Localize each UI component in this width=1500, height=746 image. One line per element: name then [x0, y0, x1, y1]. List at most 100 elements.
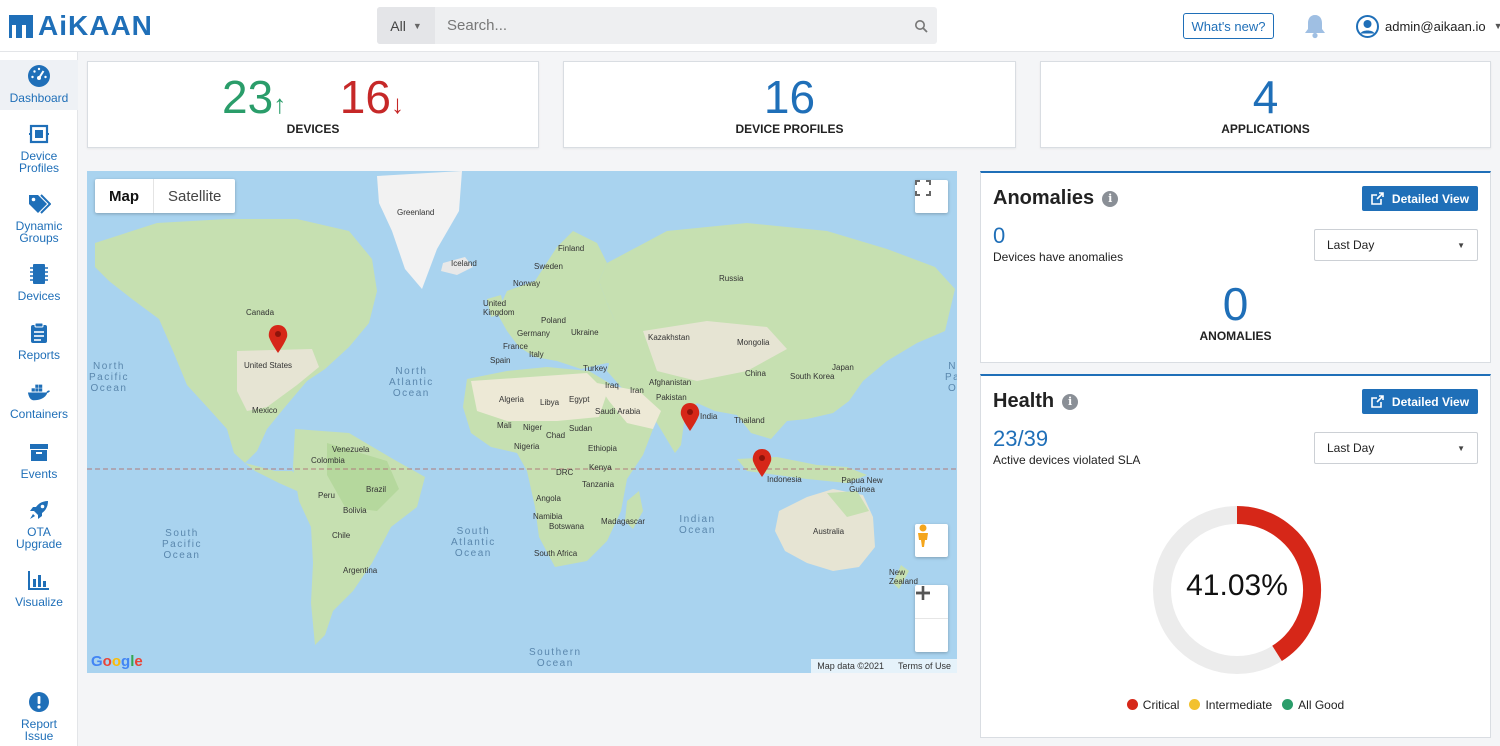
place-label: United States	[244, 361, 293, 370]
place-label: Poland	[541, 316, 566, 325]
health-detailed-view-button[interactable]: Detailed View	[1362, 389, 1478, 414]
docker-icon	[27, 380, 51, 404]
external-link-icon	[1371, 192, 1384, 205]
map-data-credit: Map data ©2021	[817, 661, 884, 671]
search-input[interactable]	[435, 7, 905, 44]
anomalies-detailed-view-button[interactable]: Detailed View	[1362, 186, 1478, 211]
sidebar-item-dashboard[interactable]: Dashboard	[0, 60, 78, 110]
search-scope-label: All	[390, 17, 406, 34]
info-icon[interactable]: i	[1102, 190, 1119, 207]
anomalies-device-count: 0	[993, 223, 1006, 248]
map-attribution: Map data ©2021 Terms of Use	[811, 659, 957, 673]
legend-dot-all-good	[1282, 699, 1294, 710]
chevron-down-icon: ▼	[412, 20, 422, 31]
chip-icon	[27, 262, 51, 286]
whats-new-button[interactable]: What's new?	[1183, 13, 1274, 39]
arrow-up-icon: ↑	[273, 89, 287, 119]
sidebar-item-events[interactable]: Events	[0, 440, 78, 482]
search-bar: All ▼	[377, 7, 937, 44]
legend-dot-critical	[1126, 699, 1138, 710]
place-label: Australia	[813, 527, 845, 536]
devices-label: DEVICES	[286, 122, 340, 136]
place-label: Saudi Arabia	[595, 407, 641, 416]
logo-text: AiKAAN	[38, 10, 153, 41]
place-label: Venezuela	[332, 445, 370, 454]
place-label: Kazakhstan	[648, 333, 690, 342]
place-label: Papua New Guinea	[841, 476, 883, 494]
report-issue-button[interactable]: Report Issue	[0, 690, 78, 742]
devices-card[interactable]: 23↑ 16↓ DEVICES	[87, 61, 539, 148]
legend-item-critical: Critical	[1126, 698, 1180, 712]
bell-icon[interactable]	[1303, 13, 1327, 39]
place-label: Bolivia	[343, 506, 367, 515]
sidebar-item-containers[interactable]: Containers	[0, 380, 78, 422]
sidebar-item-reports[interactable]: Reports	[0, 321, 78, 363]
map-type-toggle: Map Satellite	[95, 179, 236, 213]
sidebar-item-label: Devices	[17, 289, 61, 303]
map-pin-india[interactable]	[680, 403, 700, 431]
sidebar-item-label: Dashboard	[9, 91, 69, 105]
map-tab-satellite[interactable]: Satellite	[154, 179, 235, 213]
sidebar-item-ota-upgrade[interactable]: OTA Upgrade	[0, 498, 78, 550]
place-label: Greenland	[397, 208, 435, 217]
legend-item-intermediate: Intermediate	[1189, 698, 1272, 712]
anomalies-title-text: Anomalies	[993, 187, 1095, 209]
sidebar-item-label: Containers	[9, 407, 69, 421]
place-label: Iceland	[451, 259, 477, 268]
detailed-view-label: Detailed View	[1391, 191, 1470, 206]
anomalies-total-label: ANOMALIES	[1199, 329, 1272, 343]
place-label: Kenya	[589, 463, 612, 472]
place-label: China	[745, 369, 766, 378]
user-menu[interactable]: admin@aikaan.io ▼	[1356, 13, 1500, 39]
ocean-label-east-pacific: NPaO	[945, 361, 957, 394]
map-tab-map[interactable]: Map	[95, 179, 154, 213]
fullscreen-icon[interactable]	[915, 180, 948, 213]
legend-label: Critical	[1142, 698, 1180, 712]
place-label: South Korea	[790, 372, 835, 381]
terms-of-use-link[interactable]: Terms of Use	[898, 661, 951, 671]
search-scope-dropdown[interactable]: All ▼	[377, 7, 435, 44]
bar-chart-icon	[27, 568, 51, 592]
sidebar-item-visualize[interactable]: Visualize	[0, 568, 78, 610]
logo-mark-icon	[9, 15, 33, 38]
street-view-pegman-icon[interactable]	[915, 524, 948, 557]
sidebar-item-label: Reports	[17, 348, 61, 362]
sidebar-item-device-profiles[interactable]: Device Profiles	[0, 122, 78, 174]
legend-dot-intermediate	[1189, 699, 1201, 710]
health-sla-ratio: 23/39	[993, 426, 1049, 451]
place-label: Colombia	[311, 456, 345, 465]
alert-icon	[27, 690, 51, 714]
place-label: Spain	[490, 356, 511, 365]
place-label: Germany	[517, 329, 550, 338]
place-label: Norway	[513, 279, 541, 288]
sidebar-item-devices[interactable]: Devices	[0, 262, 78, 304]
rocket-icon	[27, 498, 51, 522]
archive-icon	[27, 440, 51, 464]
anomalies-range-select[interactable]: Last Day ▼	[1314, 229, 1478, 261]
ocean-label-north-atlantic: North Atlantic Ocean	[389, 366, 434, 399]
place-label: Sudan	[569, 424, 593, 433]
health-sla-label: Active devices violated SLA	[993, 453, 1141, 467]
range-value: Last Day	[1327, 238, 1375, 252]
tags-icon	[27, 192, 51, 216]
zoom-out-icon[interactable]	[915, 591, 948, 652]
sidebar-item-label: Events	[20, 467, 58, 481]
search-icon[interactable]	[905, 7, 937, 44]
google-logo: Google	[91, 653, 143, 670]
sidebar-item-label: Visualize	[15, 595, 63, 609]
device-profiles-card[interactable]: 16 DEVICE PROFILES	[563, 61, 1016, 148]
world-map[interactable]: North Pacific Ocean North Atlantic Ocean Sou…	[87, 171, 957, 673]
place-label: Japan	[832, 363, 854, 372]
sidebar-item-dynamic-groups[interactable]: Dynamic Groups	[0, 192, 78, 244]
place-label: United Kingdom	[483, 299, 515, 317]
place-label: Botswana	[549, 522, 585, 531]
sidebar: Dashboard Device Profiles Dynamic Groups…	[0, 52, 78, 746]
applications-card[interactable]: 4 APPLICATIONS	[1040, 61, 1491, 148]
logo[interactable]: AiKAAN	[6, 9, 153, 43]
health-range-select[interactable]: Last Day ▼	[1314, 432, 1478, 464]
chevron-down-icon: ▼	[1493, 21, 1500, 31]
applications-label: APPLICATIONS	[1221, 122, 1310, 136]
info-icon[interactable]: i	[1062, 393, 1079, 410]
sidebar-item-label: Groups	[19, 231, 59, 245]
arrow-down-icon: ↓	[390, 89, 404, 119]
